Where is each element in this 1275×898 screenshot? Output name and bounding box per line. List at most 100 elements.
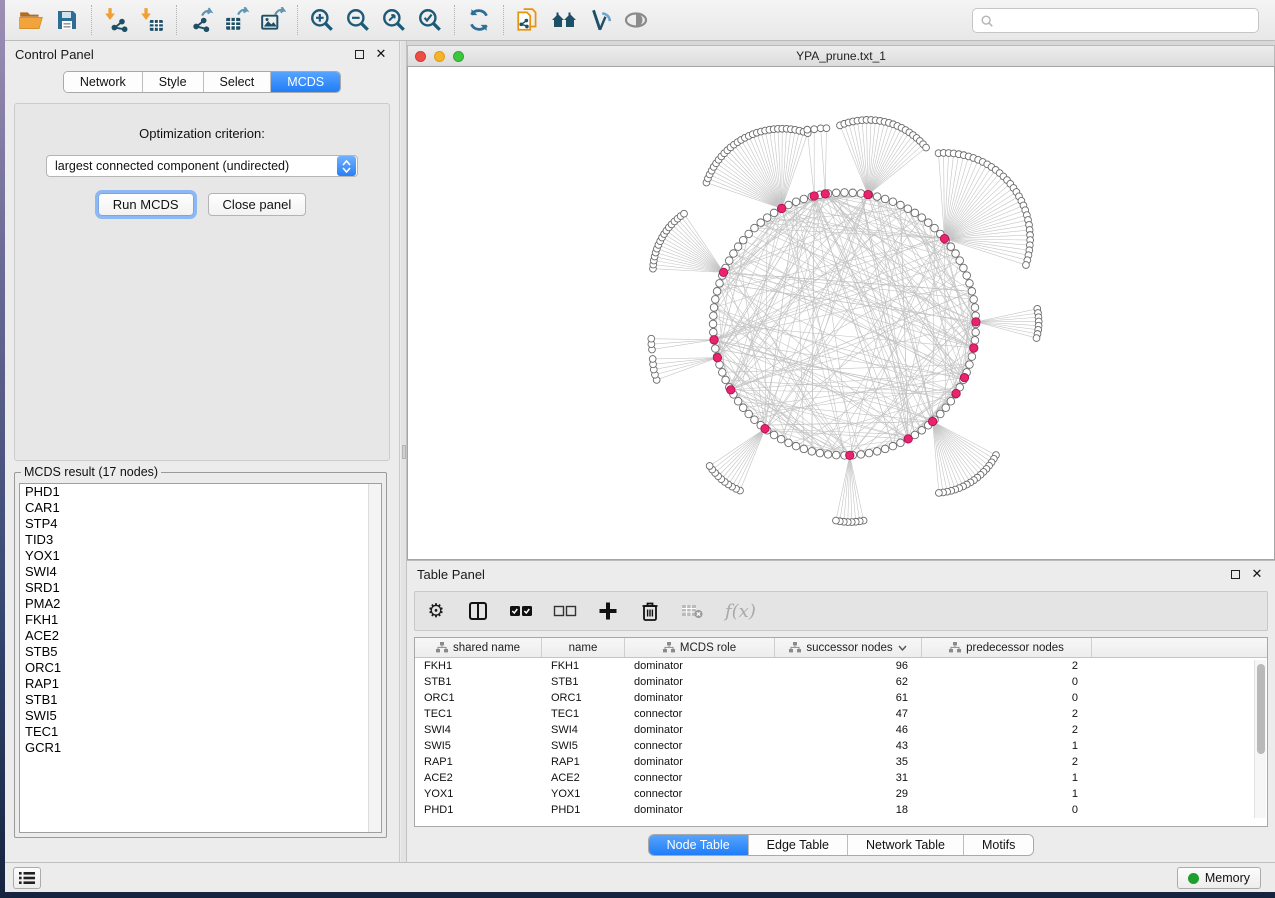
node-table: shared name name MCDS role successor nod… <box>414 637 1268 827</box>
mcds-result-item[interactable]: SWI5 <box>20 708 381 724</box>
mcds-result-list[interactable]: PHD1CAR1STP4TID3YOX1SWI4SRD1PMA2FKH1ACE2… <box>19 483 382 833</box>
table-cell: dominator <box>625 722 775 738</box>
table-cell: SWI4 <box>415 722 542 738</box>
mcds-result-item[interactable]: CAR1 <box>20 500 381 516</box>
zoom-fit-button[interactable] <box>376 4 412 36</box>
float-table-panel-icon[interactable] <box>1227 566 1243 582</box>
show-columns-button[interactable] <box>467 599 489 623</box>
mcds-result-item[interactable]: ACE2 <box>20 628 381 644</box>
table-cell: 0 <box>922 690 1092 706</box>
close-panel-icon[interactable]: ✕ <box>373 46 389 62</box>
network-canvas[interactable] <box>407 66 1275 560</box>
right-column: YPA_prune.txt_1 Table Panel ✕ ⚙ <box>401 41 1275 862</box>
mcds-result-item[interactable]: PMA2 <box>20 596 381 612</box>
tab-motifs[interactable]: Motifs <box>964 835 1033 855</box>
sort-descending-icon <box>898 645 907 651</box>
column-header-successor-nodes[interactable]: successor nodes <box>775 638 922 657</box>
vizmapper-button[interactable] <box>582 4 618 36</box>
tab-network-table[interactable]: Network Table <box>848 835 964 855</box>
mcds-result-item[interactable]: STB1 <box>20 692 381 708</box>
memory-button[interactable]: Memory <box>1177 867 1261 889</box>
column-header-predecessor-nodes[interactable]: predecessor nodes <box>922 638 1092 657</box>
float-panel-icon[interactable] <box>351 46 367 62</box>
tab-select[interactable]: Select <box>204 72 272 92</box>
table-row[interactable]: ACE2ACE2connector311 <box>415 770 1267 786</box>
table-row[interactable]: TEC1TEC1connector472 <box>415 706 1267 722</box>
splitter-handle-icon[interactable] <box>402 445 406 459</box>
export-table-button[interactable] <box>219 4 255 36</box>
zoom-selected-button[interactable] <box>412 4 448 36</box>
table-cell: dominator <box>625 802 775 818</box>
table-scrollbar-thumb[interactable] <box>1257 664 1265 754</box>
table-row[interactable]: ORC1ORC1dominator610 <box>415 690 1267 706</box>
tab-network[interactable]: Network <box>64 72 143 92</box>
table-cell: 35 <box>775 754 922 770</box>
table-scrollbar[interactable] <box>1254 660 1266 818</box>
mcds-result-item[interactable]: PHD1 <box>20 484 381 500</box>
mcds-result-item[interactable]: YOX1 <box>20 548 381 564</box>
optimization-criterion-select[interactable]: largest connected component (undirected) <box>46 155 358 177</box>
table-cell: RAP1 <box>415 754 542 770</box>
run-mcds-button[interactable]: Run MCDS <box>98 193 194 216</box>
share-network-button[interactable] <box>510 4 546 36</box>
function-builder-button-disabled[interactable]: f(x) <box>725 599 756 623</box>
table-row[interactable]: STB1STB1dominator620 <box>415 674 1267 690</box>
table-row[interactable]: FKH1FKH1dominator962 <box>415 658 1267 674</box>
column-header-shared-name[interactable]: shared name <box>415 638 542 657</box>
table-settings-button[interactable]: ⚙ <box>425 599 447 623</box>
column-header-mcds-role[interactable]: MCDS role <box>625 638 775 657</box>
mcds-list-scrollbar[interactable] <box>368 484 381 832</box>
open-file-button[interactable] <box>13 4 49 36</box>
mcds-result-item[interactable]: STP4 <box>20 516 381 532</box>
add-column-button[interactable] <box>597 599 619 623</box>
save-session-button[interactable] <box>49 4 85 36</box>
close-panel-button[interactable]: Close panel <box>208 193 307 216</box>
control-panel: Control Panel ✕ Network Style Select MCD… <box>5 41 400 862</box>
mcds-result-item[interactable]: TID3 <box>20 532 381 548</box>
mcds-result-item[interactable]: SRD1 <box>20 580 381 596</box>
delete-column-button[interactable] <box>639 599 661 623</box>
task-history-button[interactable] <box>13 867 41 889</box>
zoom-selected-icon <box>417 7 443 33</box>
export-network-button[interactable] <box>183 4 219 36</box>
mcds-result-item[interactable]: ORC1 <box>20 660 381 676</box>
column-header-name[interactable]: name <box>542 638 625 657</box>
table-row[interactable]: PHD1PHD1dominator180 <box>415 802 1267 818</box>
mcds-result-item[interactable]: RAP1 <box>20 676 381 692</box>
tab-mcds[interactable]: MCDS <box>271 72 340 92</box>
import-network-button[interactable] <box>98 4 134 36</box>
deselect-all-button[interactable] <box>553 599 577 623</box>
table-row[interactable]: SWI5SWI5connector431 <box>415 738 1267 754</box>
table-cell: connector <box>625 786 775 802</box>
delete-table-button-disabled[interactable] <box>681 599 705 623</box>
table-cell: 2 <box>922 722 1092 738</box>
apply-layout-button[interactable] <box>461 4 497 36</box>
table-row[interactable]: YOX1YOX1connector291 <box>415 786 1267 802</box>
export-image-button[interactable] <box>255 4 291 36</box>
table-cell: 43 <box>775 738 922 754</box>
mcds-result-item[interactable]: TEC1 <box>20 724 381 740</box>
mcds-result-item[interactable]: SWI4 <box>20 564 381 580</box>
houses-icon <box>550 7 578 33</box>
select-all-button[interactable] <box>509 599 533 623</box>
table-cell: 47 <box>775 706 922 722</box>
search-field[interactable] <box>972 8 1259 33</box>
network-window-titlebar[interactable]: YPA_prune.txt_1 <box>407 45 1275 66</box>
show-hide-button[interactable] <box>618 4 654 36</box>
table-cell: 31 <box>775 770 922 786</box>
tab-edge-table[interactable]: Edge Table <box>749 835 848 855</box>
search-input[interactable] <box>994 11 1258 31</box>
table-row[interactable]: SWI4SWI4dominator462 <box>415 722 1267 738</box>
mcds-result-item[interactable]: FKH1 <box>20 612 381 628</box>
mcds-result-item[interactable]: STB5 <box>20 644 381 660</box>
main-toolbar <box>5 0 1275 41</box>
import-table-button[interactable] <box>134 4 170 36</box>
close-table-panel-icon[interactable]: ✕ <box>1249 566 1265 582</box>
zoom-in-button[interactable] <box>304 4 340 36</box>
tab-style[interactable]: Style <box>143 72 204 92</box>
tab-node-table[interactable]: Node Table <box>649 835 749 855</box>
zoom-out-button[interactable] <box>340 4 376 36</box>
table-row[interactable]: RAP1RAP1dominator352 <box>415 754 1267 770</box>
mcds-result-item[interactable]: GCR1 <box>20 740 381 756</box>
new-network-button[interactable] <box>546 4 582 36</box>
